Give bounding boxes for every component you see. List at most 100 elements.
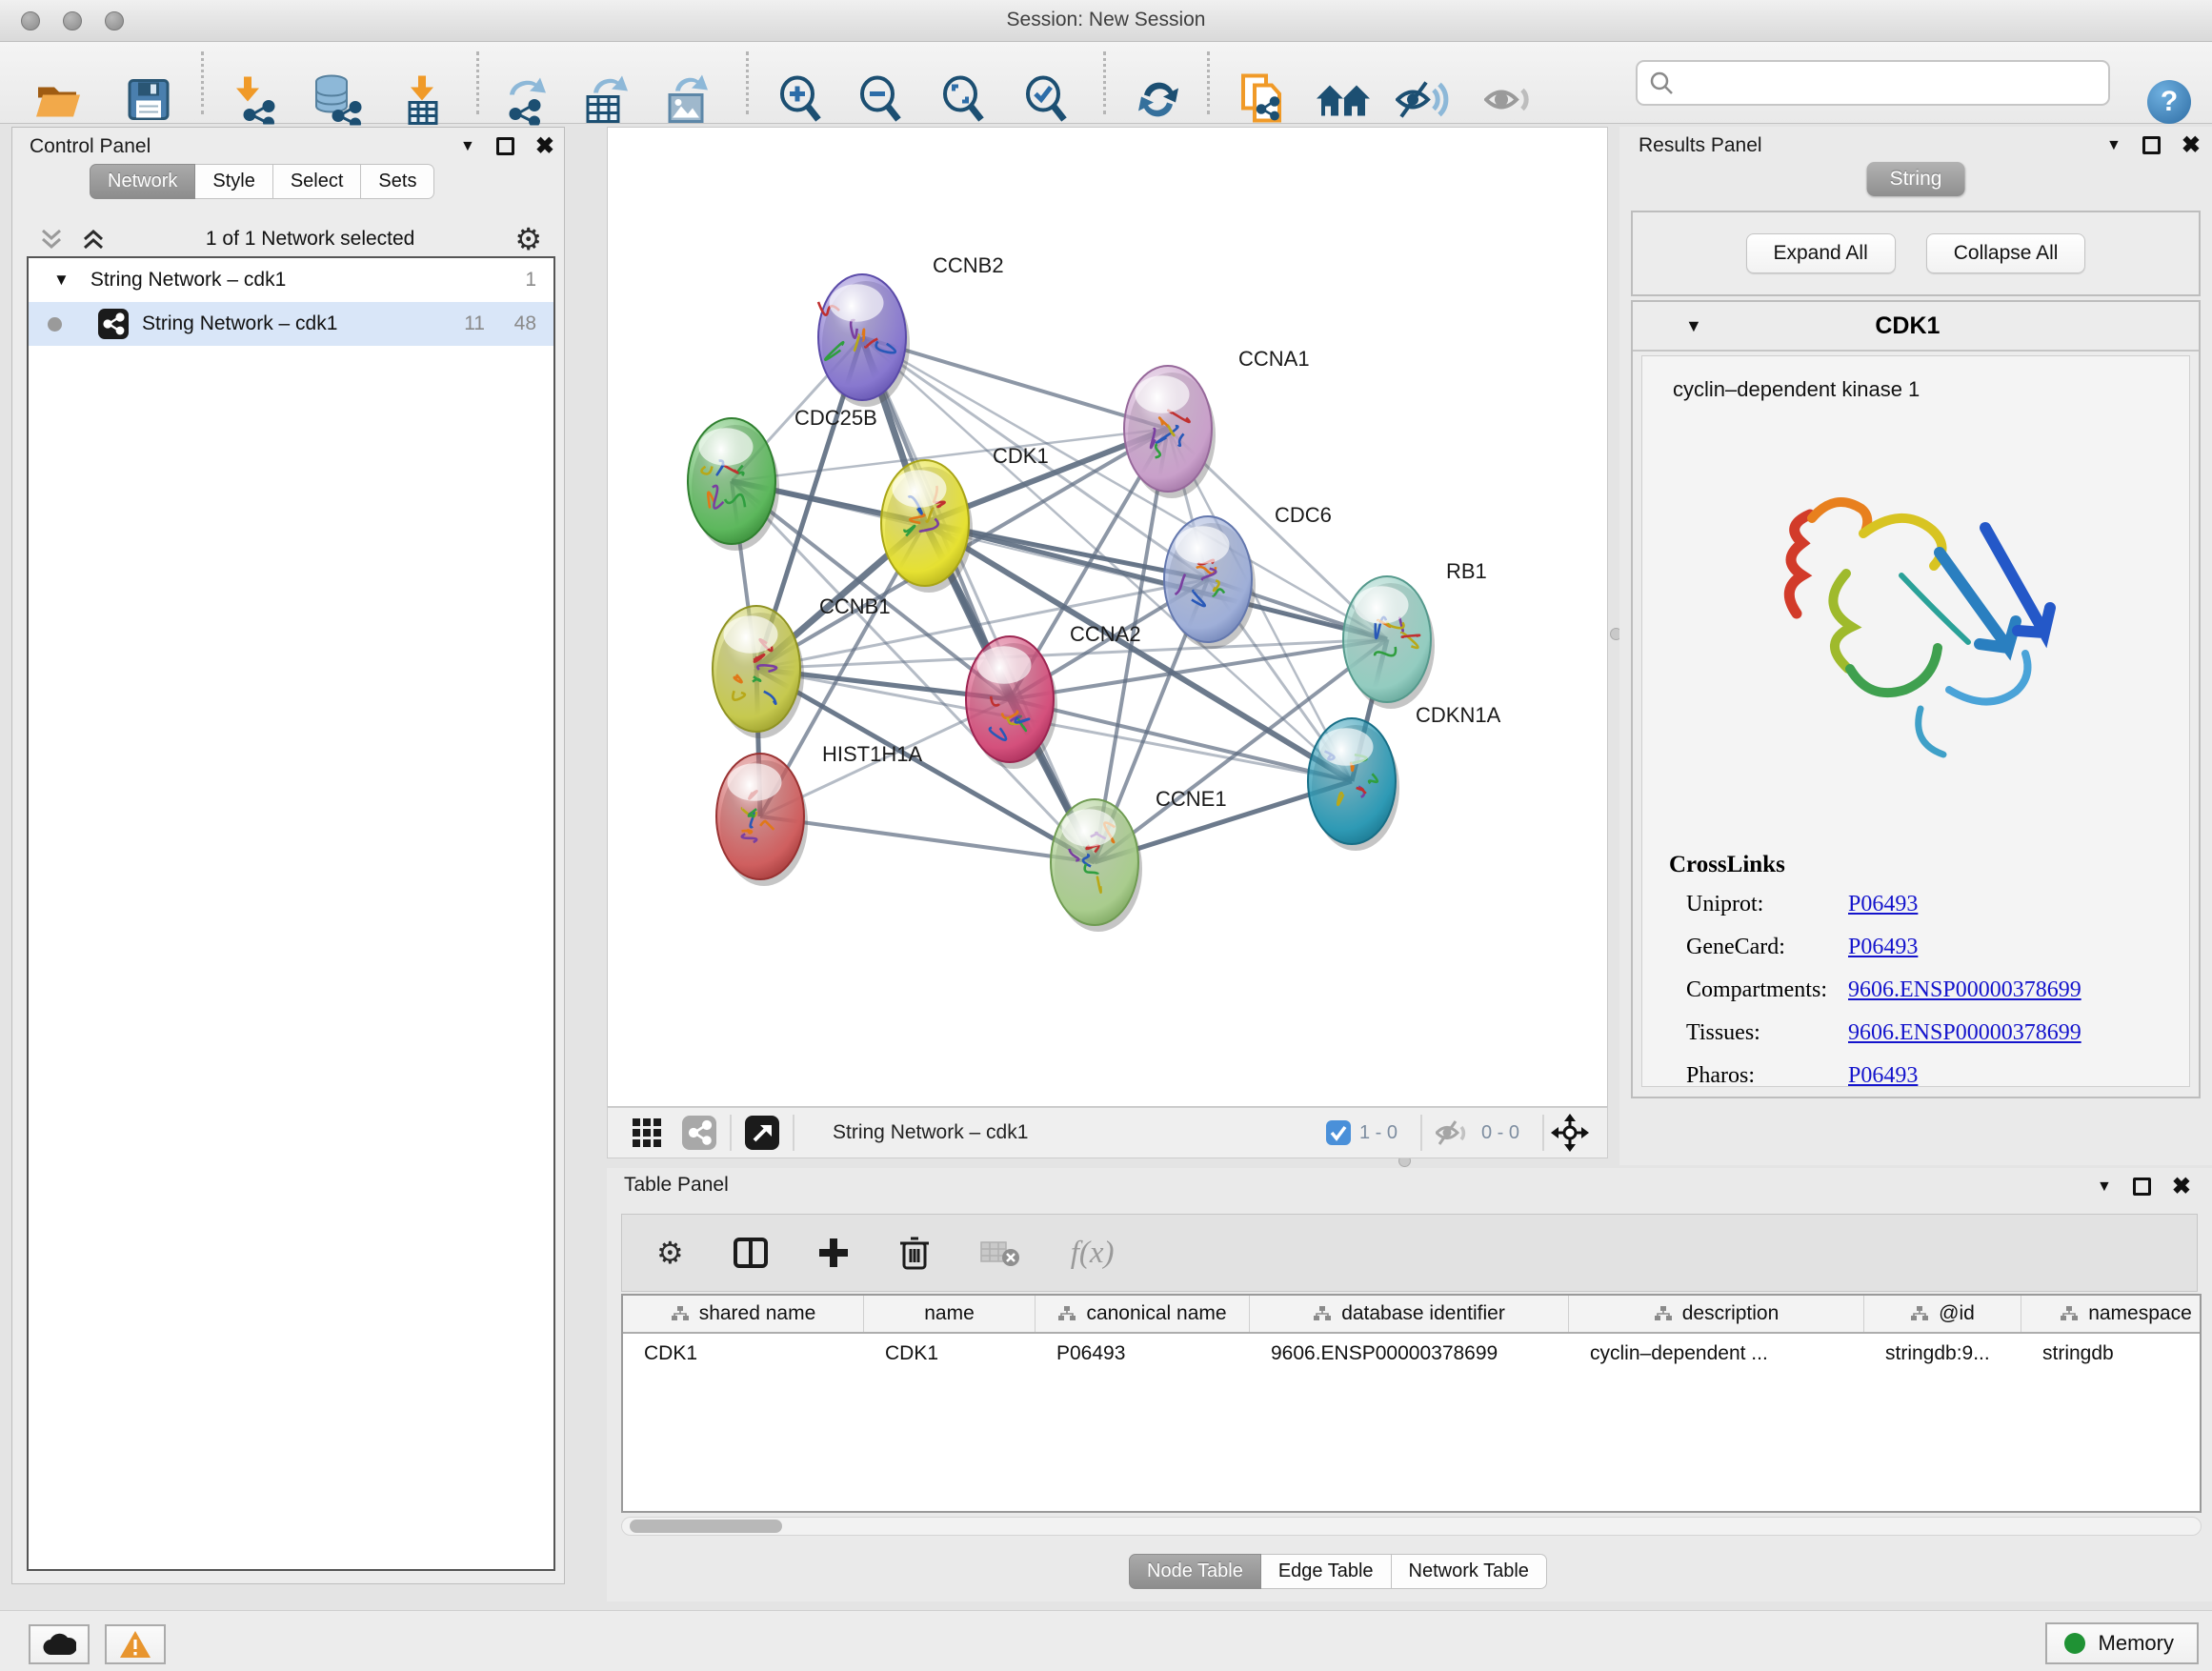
tree-expand-caret-icon[interactable]: ▼	[53, 271, 70, 290]
column-header-database-identifier[interactable]: database identifier	[1250, 1296, 1569, 1332]
panel-close-icon[interactable]: ✖	[535, 137, 554, 155]
network-options-gear-icon[interactable]: ⚙	[514, 221, 542, 257]
tab-network[interactable]: Network	[90, 164, 195, 199]
table-cell[interactable]: cyclin–dependent ...	[1569, 1334, 1864, 1374]
tab-sets[interactable]: Sets	[361, 164, 434, 199]
hide-selected-icon[interactable]	[1396, 77, 1451, 128]
first-neighbors-icon[interactable]	[1315, 78, 1372, 127]
network-node-CCNB2[interactable]: CCNB2	[818, 253, 1004, 407]
network-node-RB1[interactable]: RB1	[1343, 559, 1487, 709]
node-table[interactable]: shared namenamecanonical namedatabase id…	[621, 1294, 2202, 1513]
function-builder-icon[interactable]: f(x)	[1071, 1236, 1115, 1271]
network-node-CDC25B[interactable]: CDC25B	[688, 406, 877, 551]
column-header-canonical-name[interactable]: canonical name	[1036, 1296, 1250, 1332]
network-node-CCNB1[interactable]: CCNB1	[713, 594, 891, 738]
crosslink-link[interactable]: P06493	[1848, 892, 1918, 917]
delete-column-icon[interactable]	[899, 1235, 930, 1271]
crosslink-link[interactable]: 9606.ENSP00000378699	[1848, 1020, 2081, 1046]
grid-view-icon[interactable]	[631, 1117, 663, 1149]
network-edge[interactable]	[760, 816, 1095, 862]
crosslink-link[interactable]: P06493	[1848, 1063, 1918, 1089]
network-status-dot-icon	[48, 317, 62, 332]
expand-all-button[interactable]: Expand All	[1746, 233, 1896, 273]
show-columns-icon[interactable]	[734, 1238, 768, 1268]
tab-select[interactable]: Select	[273, 164, 362, 199]
memory-button[interactable]: Memory	[2045, 1622, 2199, 1664]
clear-table-icon[interactable]	[979, 1237, 1021, 1269]
panel-float-icon[interactable]	[2133, 1178, 2151, 1196]
crosslink-link[interactable]: 9606.ENSP00000378699	[1848, 977, 2081, 1003]
column-header-namespace[interactable]: namespace	[2021, 1296, 2202, 1332]
fit-center-crosshair-icon[interactable]	[1550, 1113, 1590, 1153]
table-cell[interactable]: stringdb:9...	[1864, 1334, 2021, 1374]
results-actions: Expand All Collapse All	[1631, 211, 2201, 296]
panel-collapse-icon[interactable]: ▼	[2097, 1178, 2112, 1196]
table-cell[interactable]: CDK1	[623, 1334, 864, 1374]
clone-network-icon[interactable]	[1238, 73, 1288, 131]
import-network-database-icon[interactable]	[311, 74, 364, 131]
column-header-@id[interactable]: @id	[1864, 1296, 2021, 1332]
column-header-name[interactable]: name	[864, 1296, 1036, 1332]
zoom-selected-icon[interactable]	[1023, 75, 1071, 130]
network-edge[interactable]	[862, 337, 1095, 862]
import-table-icon[interactable]	[400, 74, 444, 131]
panel-collapse-icon[interactable]: ▼	[460, 138, 475, 155]
export-image-icon[interactable]	[662, 74, 714, 131]
panel-collapse-icon[interactable]: ▼	[2106, 137, 2122, 154]
search-input[interactable]	[1636, 60, 2110, 106]
selected-nodes-checkbox-icon[interactable]	[1325, 1119, 1352, 1146]
control-panel-title: Control Panel	[30, 135, 151, 158]
open-file-icon[interactable]	[34, 79, 84, 126]
collection-label: String Network – cdk1	[90, 269, 286, 292]
network-collection-row[interactable]: ▼ String Network – cdk1 1	[29, 258, 553, 302]
tab-string[interactable]: String	[1867, 162, 1965, 196]
scrollbar-thumb[interactable]	[630, 1520, 782, 1533]
zoom-in-icon[interactable]	[777, 75, 825, 130]
show-all-icon[interactable]	[1484, 77, 1539, 128]
share-view-icon[interactable]	[682, 1116, 716, 1150]
tab-edge-table[interactable]: Edge Table	[1261, 1554, 1392, 1589]
tab-style[interactable]: Style	[195, 164, 272, 199]
warning-status-button[interactable]	[105, 1624, 166, 1664]
zoom-out-icon[interactable]	[857, 75, 905, 130]
panel-close-icon[interactable]: ✖	[2182, 136, 2201, 154]
save-session-icon[interactable]	[127, 78, 171, 127]
entry-collapse-caret-icon[interactable]: ▼	[1685, 316, 1702, 336]
table-row[interactable]: CDK1CDK1P064939606.ENSP00000378699cyclin…	[623, 1334, 2200, 1374]
network-node-HIST1H1A[interactable]: HIST1H1A	[716, 742, 922, 886]
column-header-description[interactable]: description	[1569, 1296, 1864, 1332]
network-row[interactable]: String Network – cdk1 11 48	[29, 302, 553, 346]
panel-float-icon[interactable]	[496, 137, 514, 155]
status-bar: Memory	[0, 1610, 2212, 1671]
hidden-items-eye-icon[interactable]	[1436, 1118, 1474, 1147]
column-header-shared-name[interactable]: shared name	[623, 1296, 864, 1332]
table-cell[interactable]: 9606.ENSP00000378699	[1250, 1334, 1569, 1374]
add-column-icon[interactable]	[817, 1237, 850, 1269]
table-options-gear-icon[interactable]: ⚙	[656, 1235, 684, 1271]
network-node-CDC6[interactable]: CDC6	[1164, 503, 1332, 649]
table-cell[interactable]: stringdb	[2021, 1334, 2202, 1374]
node-label: CDC25B	[794, 406, 877, 430]
collapse-all-button[interactable]: Collapse All	[1926, 233, 2086, 273]
tab-network-table[interactable]: Network Table	[1392, 1554, 1547, 1589]
network-node-CDKN1A[interactable]: CDKN1A	[1308, 703, 1501, 851]
table-cell[interactable]: CDK1	[864, 1334, 1036, 1374]
crosslink-link[interactable]: P06493	[1848, 935, 1918, 960]
expand-all-icon[interactable]	[81, 228, 106, 251]
import-network-file-icon[interactable]	[231, 75, 280, 130]
table-horizontal-scrollbar[interactable]	[621, 1517, 2202, 1536]
table-cell[interactable]: P06493	[1036, 1334, 1250, 1374]
birds-eye-view-icon[interactable]	[745, 1116, 779, 1150]
tab-node-table[interactable]: Node Table	[1129, 1554, 1261, 1589]
help-icon[interactable]: ?	[2147, 80, 2191, 124]
network-node-CCNE1[interactable]: CCNE1	[1051, 787, 1227, 932]
refresh-icon[interactable]	[1135, 76, 1182, 129]
zoom-fit-icon[interactable]	[940, 75, 988, 130]
collapse-all-icon[interactable]	[39, 228, 64, 251]
panel-float-icon[interactable]	[2142, 136, 2161, 154]
network-canvas[interactable]: CCNB2CCNA1CDC25BCDK1CDC6RB1CCNB1CCNA2CDK…	[607, 127, 1608, 1107]
export-network-icon[interactable]	[502, 74, 553, 131]
cloud-status-button[interactable]	[29, 1624, 90, 1664]
panel-close-icon[interactable]: ✖	[2172, 1178, 2191, 1196]
export-table-icon[interactable]	[580, 74, 632, 131]
